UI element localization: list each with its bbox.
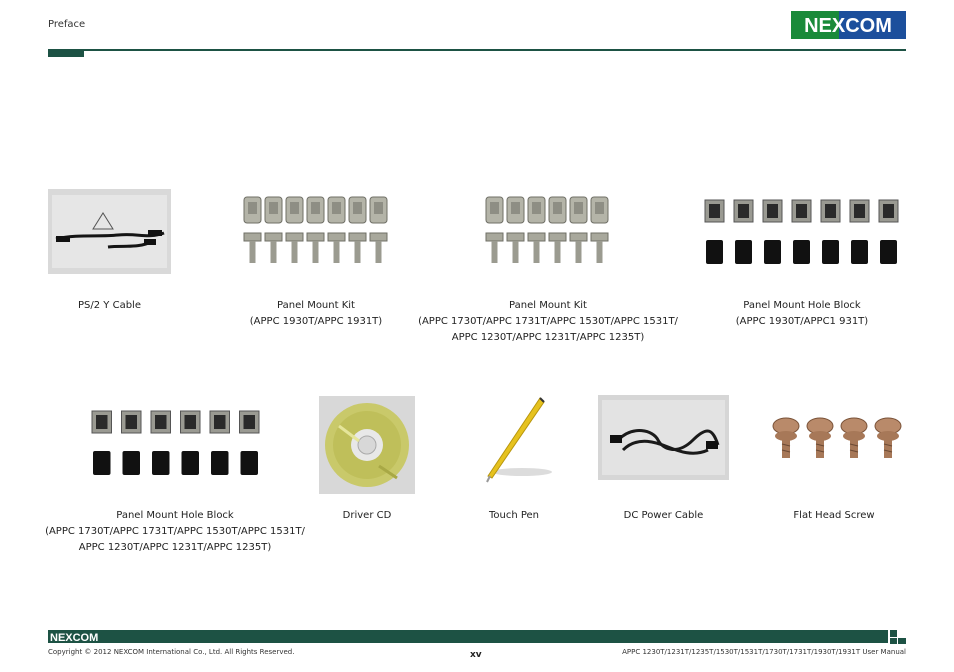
mount-bracket-icon [506, 196, 525, 263]
hole-block-icon [121, 410, 142, 475]
item-label: Driver CD [342, 510, 392, 521]
driver-cd-caption: Driver CD [319, 508, 415, 524]
mount-bracket-icon [243, 196, 262, 263]
panel-mount-hole-block-photo [704, 199, 899, 264]
item-note-line-2: APPC 1230T/APPC 1231T/APPC 1235T) [78, 542, 272, 553]
footer-square [890, 630, 897, 637]
mount-bracket-icon [485, 196, 504, 263]
item-note: (APPC 1930T/APPC1 931T) [735, 316, 869, 327]
screw-icon [806, 417, 834, 458]
ps2-y-cable-photo [48, 189, 171, 274]
hole-block-icon [849, 199, 870, 264]
svg-text:NEXCOM: NEXCOM [804, 15, 892, 37]
dc-power-cable-photo [598, 395, 729, 480]
hole-block-icon [733, 199, 754, 264]
hole-block-icon [209, 410, 230, 475]
svg-text:NEXCOM: NEXCOM [50, 632, 98, 642]
footer-nexcom-logo: NEXCOM [50, 632, 98, 642]
item-note: (APPC 1930T/APPC 1931T) [249, 316, 383, 327]
panel-mount-kit-caption: Panel Mount Kit (APPC 1930T/APPC 1931T) [240, 298, 392, 330]
item-label: Panel Mount Hole Block [743, 300, 861, 311]
mount-bracket-icon [548, 196, 567, 263]
panel-mount-kit-caption: Panel Mount Kit (APPC 1730T/APPC 1731T/A… [412, 298, 684, 346]
mount-bracket-icon [285, 196, 304, 263]
mount-bracket-icon [327, 196, 346, 263]
hole-block-icon [878, 199, 899, 264]
flat-head-screw-photo [772, 417, 902, 458]
page-number: xv [470, 650, 482, 660]
screw-icon [874, 417, 902, 458]
footer-square [898, 638, 906, 644]
manual-title: APPC 1230T/1231T/1235T/1530T/1531T/1730T… [622, 648, 906, 656]
hole-block-icon [791, 199, 812, 264]
panel-mount-hole-block-photo [91, 410, 260, 475]
mount-bracket-icon [590, 196, 609, 263]
hole-block-icon [762, 199, 783, 264]
item-label: Panel Mount Kit [509, 300, 587, 311]
ps2-y-cable-caption: PS/2 Y Cable [48, 298, 171, 314]
section-label: Preface [48, 19, 86, 30]
flat-head-screw-caption: Flat Head Screw [766, 508, 902, 524]
dc-power-cable-caption: DC Power Cable [598, 508, 729, 524]
item-label: Panel Mount Kit [277, 300, 355, 311]
panel-mount-hole-block-caption: Panel Mount Hole Block (APPC 1930T/APPC1… [700, 298, 904, 330]
footer-square [890, 638, 897, 644]
footer-bar [48, 630, 888, 643]
mount-bracket-icon [348, 196, 367, 263]
copyright-text: Copyright © 2012 NEXCOM International Co… [48, 648, 295, 656]
mount-bracket-icon [369, 196, 388, 263]
item-note-line-1: (APPC 1730T/APPC 1731T/APPC 1530T/APPC 1… [418, 316, 678, 327]
panel-mount-hole-block-caption: Panel Mount Hole Block (APPC 1730T/APPC … [40, 508, 310, 556]
mount-bracket-icon [569, 196, 588, 263]
item-label: DC Power Cable [623, 510, 704, 521]
mount-bracket-icon [264, 196, 283, 263]
driver-cd-photo [319, 396, 415, 494]
item-note-line-1: (APPC 1730T/APPC 1731T/APPC 1530T/APPC 1… [45, 526, 305, 537]
touch-pen-photo [486, 397, 552, 483]
header-rule [48, 49, 906, 51]
item-label: Panel Mount Hole Block [116, 510, 234, 521]
panel-mount-kit-photo [485, 196, 609, 263]
hole-block-icon [180, 410, 201, 475]
nexcom-logo: NEXCOM [791, 11, 906, 39]
hole-block-icon [704, 199, 725, 264]
mount-bracket-icon [306, 196, 325, 263]
panel-mount-kit-photo [243, 196, 388, 263]
hole-block-icon [150, 410, 171, 475]
screw-icon [840, 417, 868, 458]
item-label: Flat Head Screw [793, 510, 875, 521]
item-note-line-2: APPC 1230T/APPC 1231T/APPC 1235T) [451, 332, 645, 343]
hole-block-icon [91, 410, 112, 475]
hole-block-icon [239, 410, 260, 475]
hole-block-icon [820, 199, 841, 264]
screw-icon [772, 417, 800, 458]
touch-pen-caption: Touch Pen [474, 508, 554, 524]
header-tab [48, 49, 84, 57]
item-label: Touch Pen [488, 510, 540, 521]
item-label: PS/2 Y Cable [78, 300, 141, 311]
mount-bracket-icon [527, 196, 546, 263]
